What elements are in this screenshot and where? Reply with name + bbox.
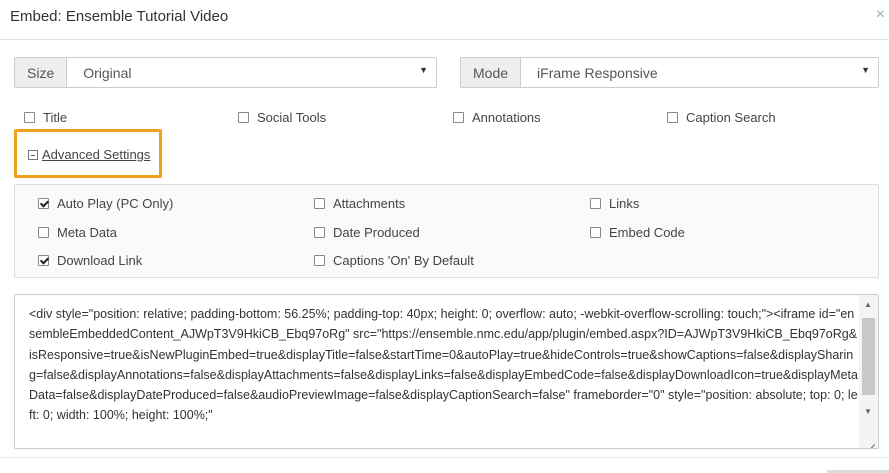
option-label: Date Produced [333,225,420,240]
option-auto-play[interactable]: Auto Play (PC Only) [38,196,173,211]
chevron-down-icon: ▼ [861,65,870,75]
dialog-footer [0,457,889,473]
attachments-checkbox[interactable] [314,198,325,209]
option-download-link[interactable]: Download Link [38,253,142,268]
option-label: Embed Code [609,225,685,240]
option-links[interactable]: Links [590,196,639,211]
resize-grip-icon[interactable] [861,431,877,447]
option-annotations[interactable]: Annotations [453,110,541,125]
dialog-title: Embed: Ensemble Tutorial Video [10,8,229,25]
embed-code-text[interactable]: <div style="position: relative; padding-… [29,304,859,426]
option-label: Annotations [472,110,541,125]
option-meta-data[interactable]: Meta Data [38,225,117,240]
scroll-up-icon[interactable]: ▲ [864,300,872,309]
option-label: Title [43,110,68,125]
embed-code-checkbox[interactable] [590,227,601,238]
option-label: Links [609,196,640,211]
mode-value[interactable]: iFrame Responsive ▼ [521,58,878,87]
option-label: Download Link [57,253,143,268]
caption-search-checkbox[interactable] [667,112,678,123]
title-checkbox[interactable] [24,112,35,123]
scroll-down-icon[interactable]: ▼ [864,407,872,416]
meta-data-checkbox[interactable] [38,227,49,238]
captions-on-checkbox[interactable] [314,255,325,266]
collapse-icon [28,149,38,160]
download-link-checkbox[interactable] [38,255,49,266]
size-value[interactable]: Original ▼ [67,58,436,87]
option-label: Caption Search [686,110,776,125]
auto-play-checkbox[interactable] [38,198,49,209]
links-checkbox[interactable] [590,198,601,209]
mode-label: Mode [461,58,522,87]
annotations-checkbox[interactable] [453,112,464,123]
option-embed-code[interactable]: Embed Code [590,225,685,240]
option-label: Social Tools [257,110,327,125]
option-attachments[interactable]: Attachments [314,196,405,211]
option-label: Attachments [333,196,406,211]
scrollbar-thumb[interactable] [862,318,875,395]
option-label: Auto Play (PC Only) [57,196,174,211]
size-label: Size [15,58,68,87]
option-social-tools[interactable]: Social Tools [238,110,326,125]
option-date-produced[interactable]: Date Produced [314,225,420,240]
mode-select[interactable]: Mode iFrame Responsive ▼ [460,57,879,88]
size-select[interactable]: Size Original ▼ [14,57,437,88]
embed-code-textarea[interactable]: <div style="position: relative; padding-… [14,294,879,449]
advanced-settings-highlight: Advanced Settings [14,129,162,178]
dialog-header: Embed: Ensemble Tutorial Video × [0,0,889,40]
advanced-settings-label: Advanced Settings [42,147,151,162]
option-caption-search[interactable]: Caption Search [667,110,776,125]
chevron-down-icon: ▼ [419,65,428,75]
date-produced-checkbox[interactable] [314,227,325,238]
option-title[interactable]: Title [24,110,67,125]
vertical-scrollbar[interactable]: ▲ ▼ [859,295,878,448]
option-label: Meta Data [57,225,117,240]
option-label: Captions 'On' By Default [333,253,474,268]
social-tools-checkbox[interactable] [238,112,249,123]
advanced-settings-toggle[interactable]: Advanced Settings [28,147,150,162]
option-captions-on[interactable]: Captions 'On' By Default [314,253,474,268]
close-icon[interactable]: × [876,6,885,24]
